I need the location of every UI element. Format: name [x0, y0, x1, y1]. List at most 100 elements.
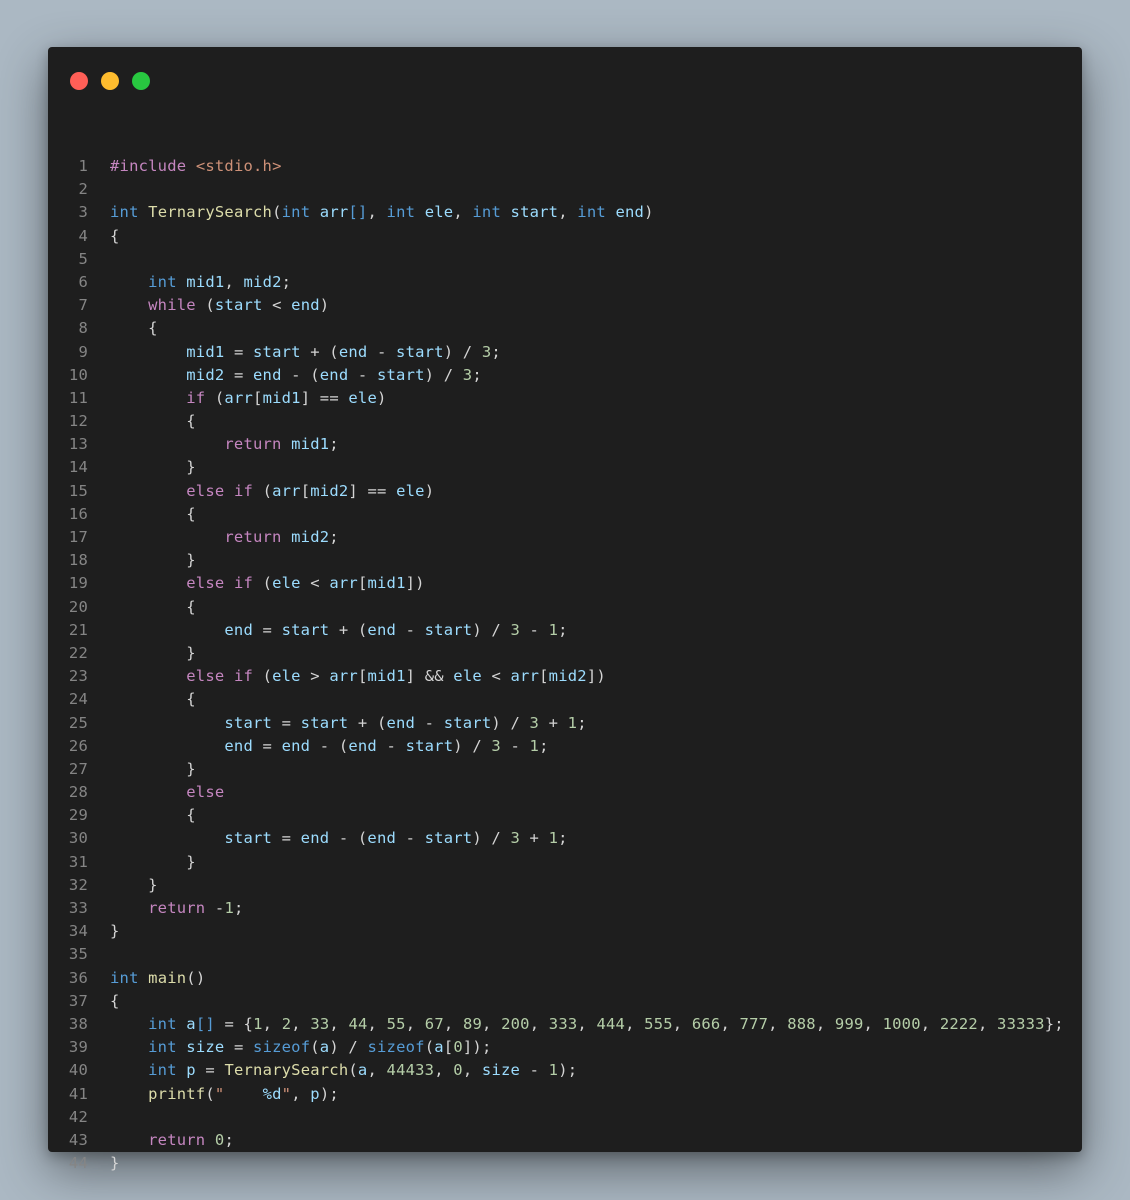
line-number: 22	[68, 643, 88, 662]
code-token: =	[253, 736, 282, 755]
code-token: 999	[834, 1014, 864, 1033]
line-number: 9	[78, 342, 88, 361]
line-code: int size = sizeof(a) / sizeof(a[0]);	[110, 1036, 491, 1059]
code-token: ,	[625, 1014, 645, 1033]
line-code: start = end - (end - start) / 3 + 1;	[110, 827, 568, 850]
code-token: + (	[329, 620, 368, 639]
code-token: ,	[482, 1014, 502, 1033]
code-line: 25 start = start + (end - start) / 3 + 1…	[48, 712, 1082, 735]
code-token: ,	[462, 1061, 482, 1080]
code-token: ,	[405, 1014, 425, 1033]
code-token: 555	[644, 1014, 673, 1033]
line-number: 2	[78, 180, 88, 199]
code-token: start	[443, 713, 492, 732]
code-token: (	[205, 388, 225, 407]
code-token: }	[110, 852, 196, 871]
code-token: ) /	[491, 713, 530, 732]
line-number: 7	[78, 296, 88, 315]
line-code: }	[110, 456, 196, 479]
maximize-button[interactable]	[132, 72, 150, 90]
minimize-button[interactable]	[101, 72, 119, 90]
line-code: printf(" %d", p);	[110, 1083, 339, 1106]
code-line: 8 {	[48, 317, 1082, 340]
code-token: ) /	[453, 736, 492, 755]
code-token: start	[224, 829, 273, 848]
code-token: int	[386, 203, 416, 222]
code-token: ;	[539, 736, 549, 755]
line-code: return -1;	[110, 897, 244, 920]
code-token: }	[110, 922, 120, 941]
code-token: end	[300, 829, 330, 848]
line-number: 4	[78, 226, 88, 245]
code-token: arr	[329, 574, 358, 593]
code-line: 42	[48, 1106, 1082, 1129]
close-button[interactable]	[70, 72, 88, 90]
code-token: %d	[262, 1084, 282, 1103]
code-token: ) /	[472, 620, 511, 639]
code-token: ) /	[424, 365, 463, 384]
code-token: mid2	[243, 272, 282, 291]
line-number: 38	[68, 1014, 88, 1033]
code-token: }	[110, 759, 196, 778]
code-token: 44	[348, 1014, 368, 1033]
line-code: {	[110, 804, 196, 827]
code-token: =	[253, 620, 282, 639]
code-line: 2	[48, 178, 1082, 201]
code-token: <	[481, 667, 511, 686]
line-code: {	[110, 317, 158, 340]
code-token: -	[520, 620, 549, 639]
code-token: [	[253, 388, 263, 407]
code-token: 3	[462, 365, 473, 384]
code-token: -	[367, 342, 397, 361]
code-token: 200	[501, 1014, 530, 1033]
code-token: + (	[300, 342, 339, 361]
line-code: return 0;	[110, 1129, 234, 1152]
line-number: 15	[68, 481, 88, 500]
code-token: ,	[977, 1014, 998, 1033]
code-token: mid1	[367, 574, 406, 593]
code-token: ;	[233, 899, 244, 917]
line-code: while (start < end)	[110, 294, 329, 317]
code-token: <	[262, 296, 292, 315]
code-token: (	[424, 1038, 435, 1057]
code-token: = {	[214, 1014, 254, 1033]
window-titlebar	[48, 47, 1082, 107]
line-number: 19	[68, 574, 88, 593]
code-token: end	[319, 365, 349, 384]
code-token: =	[272, 713, 301, 732]
code-token: 0	[453, 1038, 463, 1057]
code-token: #include	[110, 157, 187, 175]
code-token: start	[424, 620, 473, 639]
code-token: ) /	[472, 829, 511, 848]
code-token: TernarySearch	[224, 1061, 349, 1080]
line-code: }	[110, 874, 158, 897]
code-token: ,	[453, 203, 473, 222]
code-token: 1000	[882, 1014, 921, 1033]
code-line: 17 return mid2;	[48, 526, 1082, 549]
code-line: 35	[48, 943, 1082, 966]
code-token: return	[224, 528, 282, 546]
code-token: p	[310, 1084, 320, 1103]
code-line: 30 start = end - (end - start) / 3 + 1;	[48, 827, 1082, 850]
code-token: "	[214, 1084, 263, 1103]
code-token: end	[615, 203, 645, 222]
code-token: 55	[386, 1014, 406, 1033]
code-token: int	[110, 968, 139, 987]
code-token: )	[377, 388, 387, 407]
code-token: ,	[558, 203, 578, 222]
code-editor[interactable]: 1 #include <stdio.h> 2 3 int TernarySearch(i…	[48, 155, 1082, 1175]
code-token: start	[510, 203, 559, 222]
code-token: >	[300, 667, 330, 686]
code-line: 38 int a[] = {1, 2, 33, 44, 55, 67, 89, …	[48, 1013, 1082, 1036]
